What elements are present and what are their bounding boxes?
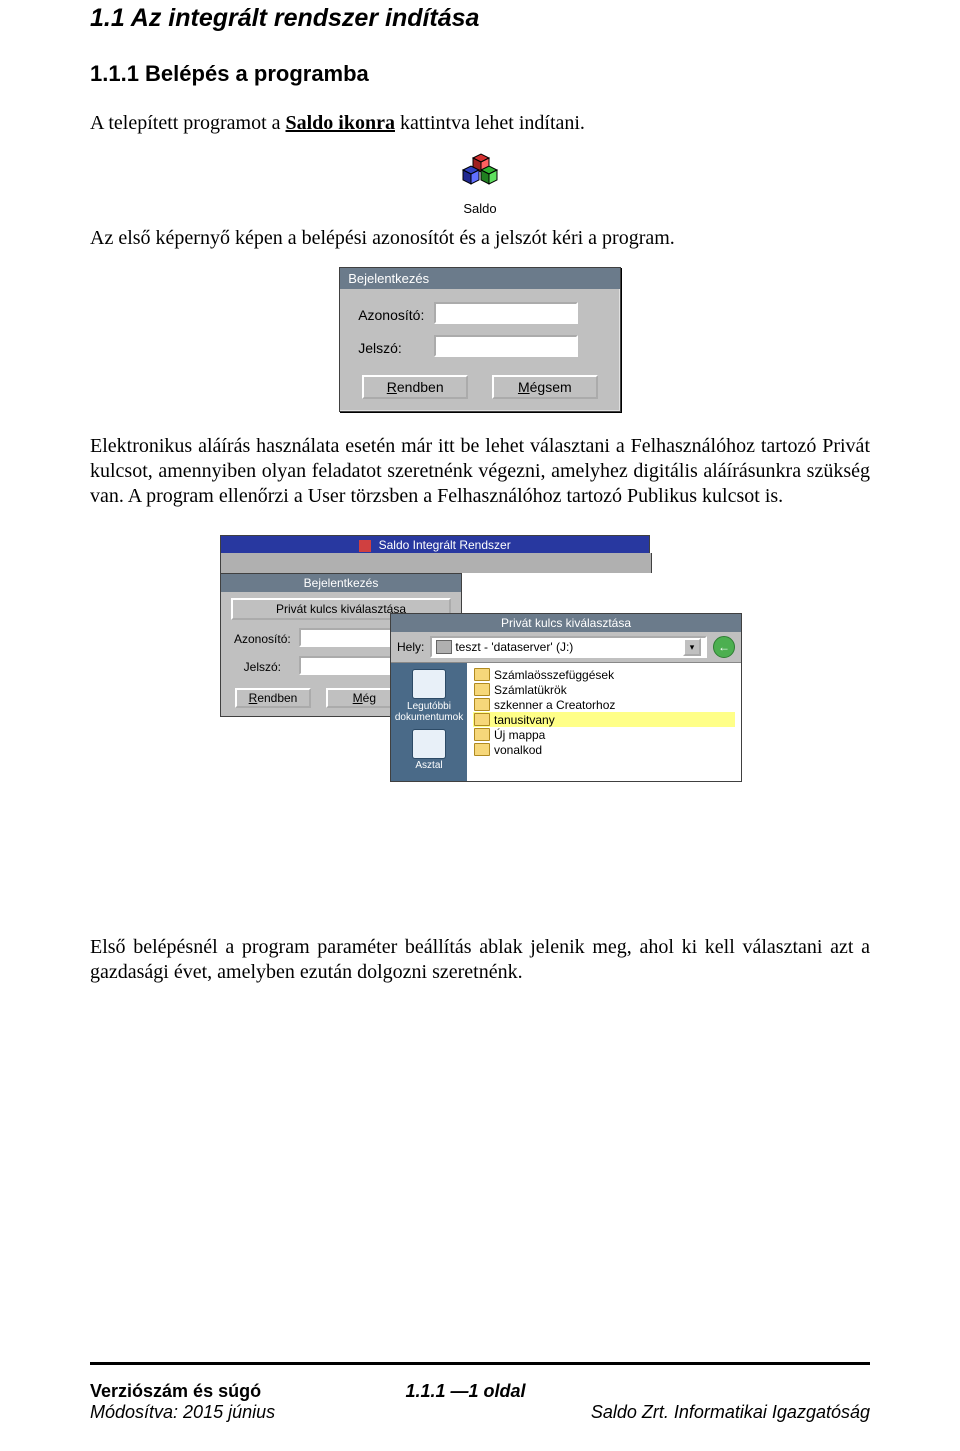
paragraph-1: A telepített programot a Saldo ikonra ka… [90,111,870,136]
login-dialog: Bejelentkezés Azonosító: Jelszó: Rendben… [339,267,621,412]
login-pw-input[interactable] [434,335,578,357]
desktop-icon [412,729,446,759]
footer-modified-date: Módosítva: 2015 június [90,1402,275,1423]
page-footer: Verziószám és súgó 1.1.1 —1 oldal Módosí… [90,1381,870,1423]
folder-item[interactable]: Számlaösszefüggések [473,667,735,682]
saldo-icon-label: Saldo [459,201,501,216]
folder-icon [474,683,490,696]
p1-pre: A telepített programot a [90,112,286,134]
cubes-icon [459,152,501,192]
recent-docs-button[interactable]: Legutóbbi dokumentumok [395,669,463,723]
login-id-label: Azonosító: [354,299,428,330]
screenshot-private-key: Saldo Integrált Rendszer Bejelentkezés P… [220,535,740,795]
p1-post: kattintva lehet indítani. [395,112,585,134]
folder-item[interactable]: vonalkod [473,742,735,757]
desktop-button[interactable]: Asztal [412,729,446,771]
saldo-desktop-icon[interactable]: Saldo [459,152,501,216]
drive-icon [436,640,452,654]
footer-page-number: 1.1.1 —1 oldal [261,1381,670,1402]
heading-2: 1.1 Az integrált rendszer indítása [90,4,870,33]
filedlg-location-combo[interactable]: teszt - 'dataserver' (J:) ▾ [430,636,707,658]
heading-3: 1.1.1 Belépés a programba [90,61,870,87]
login-ok-button[interactable]: Rendben [362,375,468,399]
folder-item[interactable]: Számlatükrök [473,682,735,697]
folder-icon [474,743,490,756]
paragraph-2: Az első képernyő képen a belépési azonos… [90,226,870,251]
back-button[interactable]: ← [713,636,735,658]
folder-item[interactable]: tanusitvany [473,712,735,727]
footer-section-title: Verziószám és súgó [90,1381,261,1402]
footer-company: Saldo Zrt. Informatikai Igazgatóság [591,1402,870,1423]
login2-id-label: Azonosító: [231,626,294,652]
login-cancel-button[interactable]: Mégsem [492,375,598,399]
footer-separator [90,1362,870,1365]
p1-bold: Saldo ikonra [286,112,395,134]
login2-ok-button[interactable]: Rendben [235,688,311,708]
recent-docs-icon [412,669,446,699]
filedlg-location-label: Hely: [397,640,424,654]
login2-titlebar: Bejelentkezés [221,574,461,592]
filedlg-titlebar: Privát kulcs kiválasztása [391,614,741,632]
chevron-down-icon[interactable]: ▾ [683,638,701,656]
login-pw-label: Jelszó: [354,332,428,363]
folder-item[interactable]: szkenner a Creatorhoz [473,697,735,712]
login2-pw-label: Jelszó: [231,654,294,680]
paragraph-4: Első belépésnél a program paraméter beál… [90,935,870,985]
login-id-input[interactable] [434,302,578,324]
folder-item[interactable]: Új mappa [473,727,735,742]
file-dialog: Privát kulcs kiválasztása Hely: teszt - … [390,613,742,782]
folder-icon [474,728,490,741]
login-titlebar: Bejelentkezés [340,268,620,289]
combo-value: teszt - 'dataserver' (J:) [455,640,573,654]
mainwin-titlebar: Saldo Integrált Rendszer [220,535,650,553]
folder-icon [474,713,490,726]
folder-icon [474,698,490,711]
paragraph-3: Elektronikus aláírás használata esetén m… [90,434,870,509]
filedlg-places-bar: Legutóbbi dokumentumok Asztal [391,663,467,781]
filedlg-file-list[interactable]: SzámlaösszefüggésekSzámlatükrökszkenner … [467,663,741,781]
folder-icon [474,668,490,681]
